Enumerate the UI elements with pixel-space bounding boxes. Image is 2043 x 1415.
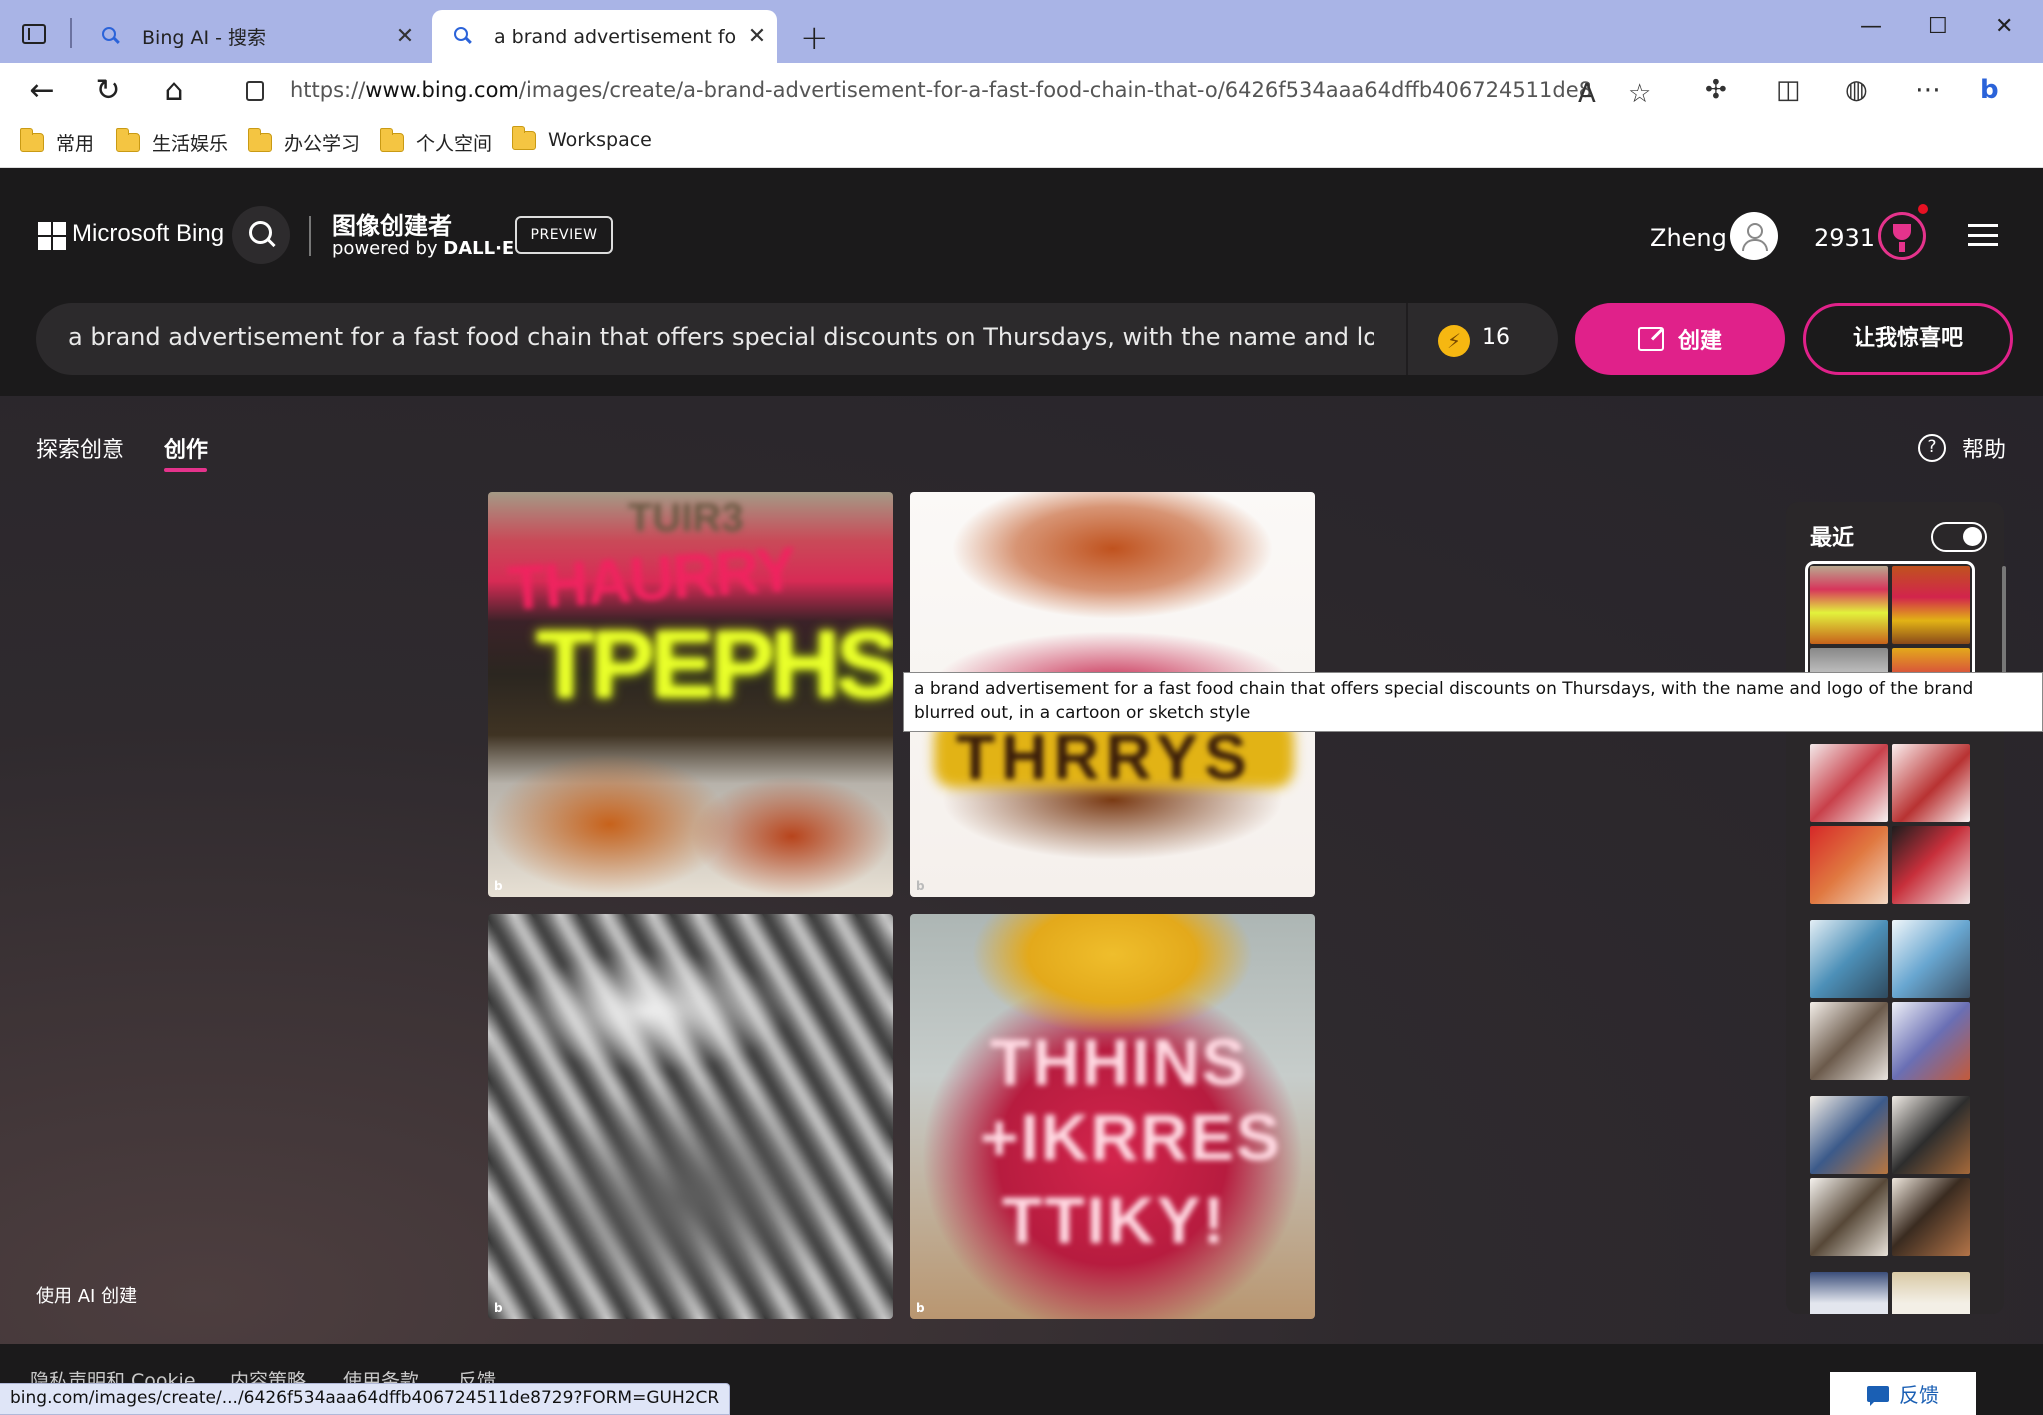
created-with-ai-label: 使用 AI 创建 — [36, 1286, 138, 1307]
boost-lightning-icon: ⚡ — [1438, 325, 1470, 357]
profile-icon[interactable]: ◍ — [1845, 75, 1868, 105]
split-screen-icon[interactable]: ◫ — [1776, 75, 1801, 105]
bing-watermark-icon: b — [494, 879, 503, 893]
bookmark-folder[interactable]: 生活娱乐 — [115, 128, 228, 156]
create-pen-icon — [1637, 327, 1664, 351]
lock-icon[interactable] — [246, 81, 264, 101]
generated-image-3[interactable]: b — [488, 914, 893, 1319]
folder-icon — [511, 125, 536, 150]
generated-image-1[interactable]: TUIR3 THAURRY TPEPHS b — [488, 492, 893, 897]
bing-watermark-icon: b — [916, 1301, 925, 1315]
help-question-icon: ? — [1918, 434, 1946, 462]
recent-thumb-group[interactable] — [1810, 1272, 1970, 1314]
rewards-points[interactable]: 2931 — [1814, 224, 1875, 252]
recent-panel: 最近 — [1786, 502, 2004, 1314]
recent-thumb-group[interactable] — [1810, 920, 1970, 1080]
bookmark-folder[interactable]: 常用 — [19, 128, 94, 156]
prompt-text[interactable]: a brand advertisement for a fast food ch… — [68, 323, 1374, 351]
main-content: 探索创意 创作 ? 帮助 TUIR3 THAURRY TPEPHS b THRR… — [0, 396, 2043, 1344]
minimize-button[interactable]: — — [1860, 14, 1882, 39]
favorite-add-icon[interactable]: ☆ — [1628, 79, 1651, 109]
bookmark-folder[interactable]: 办公学习 — [247, 128, 360, 156]
active-tab-indicator — [164, 468, 207, 472]
more-options-icon[interactable]: ⋯ — [1915, 75, 1941, 105]
prompt-divider — [1406, 303, 1408, 375]
avatar[interactable] — [1730, 212, 1778, 260]
status-bar-url: bing.com/images/create/.../6426f534aaa64… — [0, 1383, 731, 1415]
folder-icon — [19, 128, 44, 152]
help-link[interactable]: ? 帮助 — [1918, 432, 2006, 464]
search-favicon-icon — [98, 24, 124, 50]
bing-watermark-icon: b — [494, 1301, 503, 1315]
recent-thumb-group[interactable] — [1810, 744, 1970, 904]
bing-logo-text[interactable]: Microsoft Bing — [72, 220, 224, 248]
tab-title: a brand advertisement for a fast — [494, 25, 737, 48]
home-icon[interactable]: ⌂ — [154, 71, 194, 111]
feedback-button[interactable]: 反馈 — [1830, 1372, 1976, 1415]
bookmark-folder[interactable]: Workspace — [511, 125, 652, 151]
microsoft-logo-icon[interactable] — [38, 222, 66, 250]
tab-explore[interactable]: 探索创意 — [36, 432, 124, 464]
folder-icon — [247, 128, 272, 152]
user-name[interactable]: Zheng — [1650, 224, 1727, 252]
url-field[interactable]: https://www.bing.com/images/create/a-bra… — [218, 67, 1696, 117]
refresh-icon[interactable]: ↻ — [88, 71, 128, 111]
bookmark-folder[interactable]: 个人空间 — [379, 128, 492, 156]
recent-toggle[interactable] — [1931, 522, 1987, 552]
folder-icon — [115, 128, 140, 152]
tab-close-button[interactable]: ✕ — [385, 24, 425, 49]
recent-scrollbar[interactable] — [2002, 566, 2006, 676]
page-title: 图像创建者 — [332, 212, 452, 240]
browser-tab-bing-ai[interactable]: Bing AI - 搜索 ✕ — [80, 10, 425, 63]
preview-badge: PREVIEW — [515, 216, 613, 254]
generated-image-4[interactable]: THHINS +IKRRES TTIKY! b — [910, 914, 1315, 1319]
recent-title: 最近 — [1810, 526, 1855, 551]
new-tab-button[interactable]: + — [800, 18, 829, 58]
read-aloud-icon[interactable]: A — [1578, 79, 1596, 109]
bing-copilot-icon[interactable]: b — [1980, 75, 1999, 105]
browser-tab-active[interactable]: a brand advertisement for a fast ✕ — [432, 10, 777, 63]
boost-count: 16 — [1482, 325, 1510, 350]
create-button[interactable]: 创建 — [1575, 303, 1785, 375]
rewards-trophy-icon[interactable] — [1878, 212, 1926, 260]
bing-watermark-icon: b — [916, 879, 925, 893]
recent-thumb-group[interactable] — [1810, 1096, 1970, 1256]
tab-create[interactable]: 创作 — [164, 432, 208, 464]
feedback-chat-icon — [1867, 1385, 1889, 1406]
bookmarks-bar: 常用 生活娱乐 办公学习 个人空间 Workspace — [0, 121, 2043, 168]
tab-actions-icon[interactable] — [22, 24, 46, 44]
prompt-input[interactable]: a brand advertisement for a fast food ch… — [36, 303, 1558, 375]
prompt-tooltip: a brand advertisement for a fast food ch… — [903, 672, 2043, 732]
back-arrow-icon[interactable]: ← — [22, 71, 62, 111]
notification-dot — [1918, 204, 1928, 214]
tab-separator — [70, 18, 72, 48]
browser-tab-strip: Bing AI - 搜索 ✕ a brand advertisement for… — [0, 0, 2043, 63]
address-bar-row: ← ↻ ⌂ https://www.bing.com/images/create… — [0, 63, 2043, 121]
header-divider — [309, 216, 311, 256]
search-icon[interactable] — [232, 206, 290, 264]
tab-title: Bing AI - 搜索 — [142, 27, 266, 49]
maximize-button[interactable]: ☐ — [1928, 14, 1948, 39]
page-subtitle: powered by DALL·E — [332, 238, 515, 259]
folder-icon — [379, 128, 404, 152]
search-favicon-icon — [450, 24, 476, 50]
hamburger-menu-icon[interactable] — [1968, 224, 1998, 246]
url-text: https://www.bing.com/images/create/a-bra… — [290, 78, 1590, 102]
close-window-button[interactable]: ✕ — [1995, 14, 2013, 39]
bing-header: Microsoft Bing 图像创建者 powered by DALL·E P… — [0, 168, 2043, 396]
surprise-me-button[interactable]: 让我惊喜吧 — [1803, 303, 2013, 375]
tab-close-button[interactable]: ✕ — [737, 24, 777, 49]
extensions-icon[interactable]: ✣ — [1705, 75, 1727, 105]
